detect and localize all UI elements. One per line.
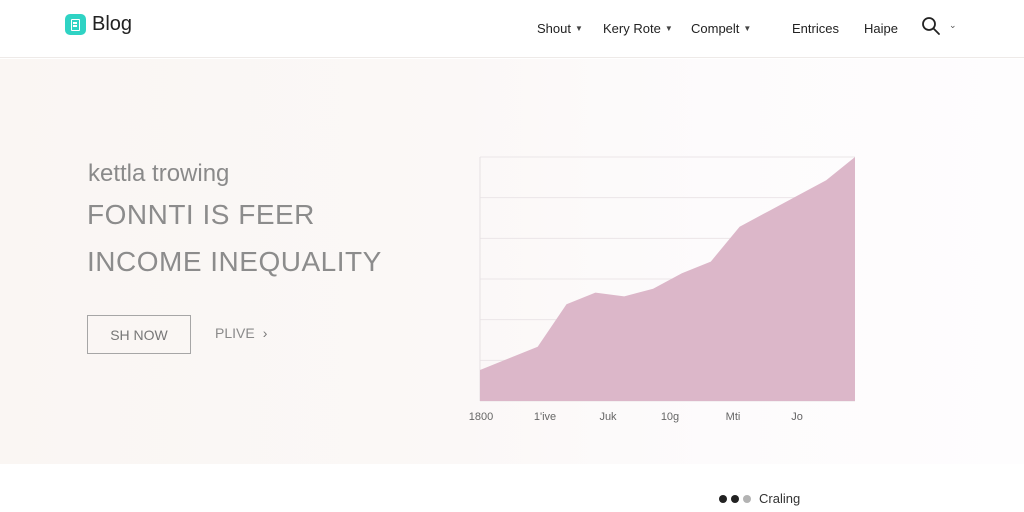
carousel-dot[interactable]: [719, 495, 727, 503]
carousel-dots: [719, 495, 751, 503]
hero-title-line-2: INCOME INEQUALITY: [87, 246, 382, 277]
nav-item-label: Entrices: [792, 20, 839, 36]
x-tick-label: 10g: [661, 411, 679, 423]
nav-item-kery-rote[interactable]: Kery Rote ▼: [603, 18, 673, 38]
carousel-dot[interactable]: [743, 495, 751, 503]
nav-item-shout[interactable]: Shout ▼: [537, 18, 583, 38]
main-nav: Shout ▼ Kery Rote ▼ Compelt ▼ Entrices H…: [0, 18, 1024, 38]
x-tick-label: 1800: [469, 411, 493, 423]
footer-strip: [0, 464, 1024, 512]
secondary-link[interactable]: PLIVE ›: [215, 325, 267, 341]
nav-item-label: Kery Rote: [603, 20, 661, 36]
caret-down-icon: ▼: [664, 23, 673, 33]
x-tick-label: 1'ive: [534, 411, 556, 423]
area-chart: 1800 1'ive Juk 10g Mti Jo: [469, 156, 855, 423]
site-header: Blog Shout ▼ Kery Rote ▼ Compelt ▼ Entri…: [0, 0, 1024, 58]
hero-subtitle: kettla trowing: [88, 160, 230, 187]
secondary-link-label: PLIVE: [215, 325, 255, 341]
shop-now-label: SH NOW: [110, 326, 168, 343]
caret-down-icon: ▼: [574, 23, 583, 33]
carousel-dot[interactable]: [731, 495, 739, 503]
hero-title-line-1: FONNTI IS FEER: [87, 199, 315, 230]
chevron-down-icon[interactable]: ⌄: [949, 20, 957, 31]
x-tick-label: Jo: [791, 411, 803, 423]
nav-item-haipe[interactable]: Haipe: [864, 18, 898, 38]
chevron-right-icon: ›: [262, 325, 268, 341]
nav-item-label: Shout: [537, 20, 571, 36]
nav-item-label: Haipe: [864, 20, 898, 36]
caret-down-icon: ▼: [743, 23, 752, 33]
x-tick-label: Mti: [726, 411, 741, 423]
nav-item-entrices[interactable]: Entrices: [792, 18, 839, 38]
shop-now-button[interactable]: SH NOW: [87, 315, 191, 354]
nav-item-label: Compelt: [691, 20, 740, 36]
carousel-label: Craling: [759, 491, 801, 506]
x-tick-label: Juk: [599, 411, 617, 423]
search-icon[interactable]: [921, 16, 941, 36]
nav-item-compelt[interactable]: Compelt ▼: [691, 18, 751, 38]
